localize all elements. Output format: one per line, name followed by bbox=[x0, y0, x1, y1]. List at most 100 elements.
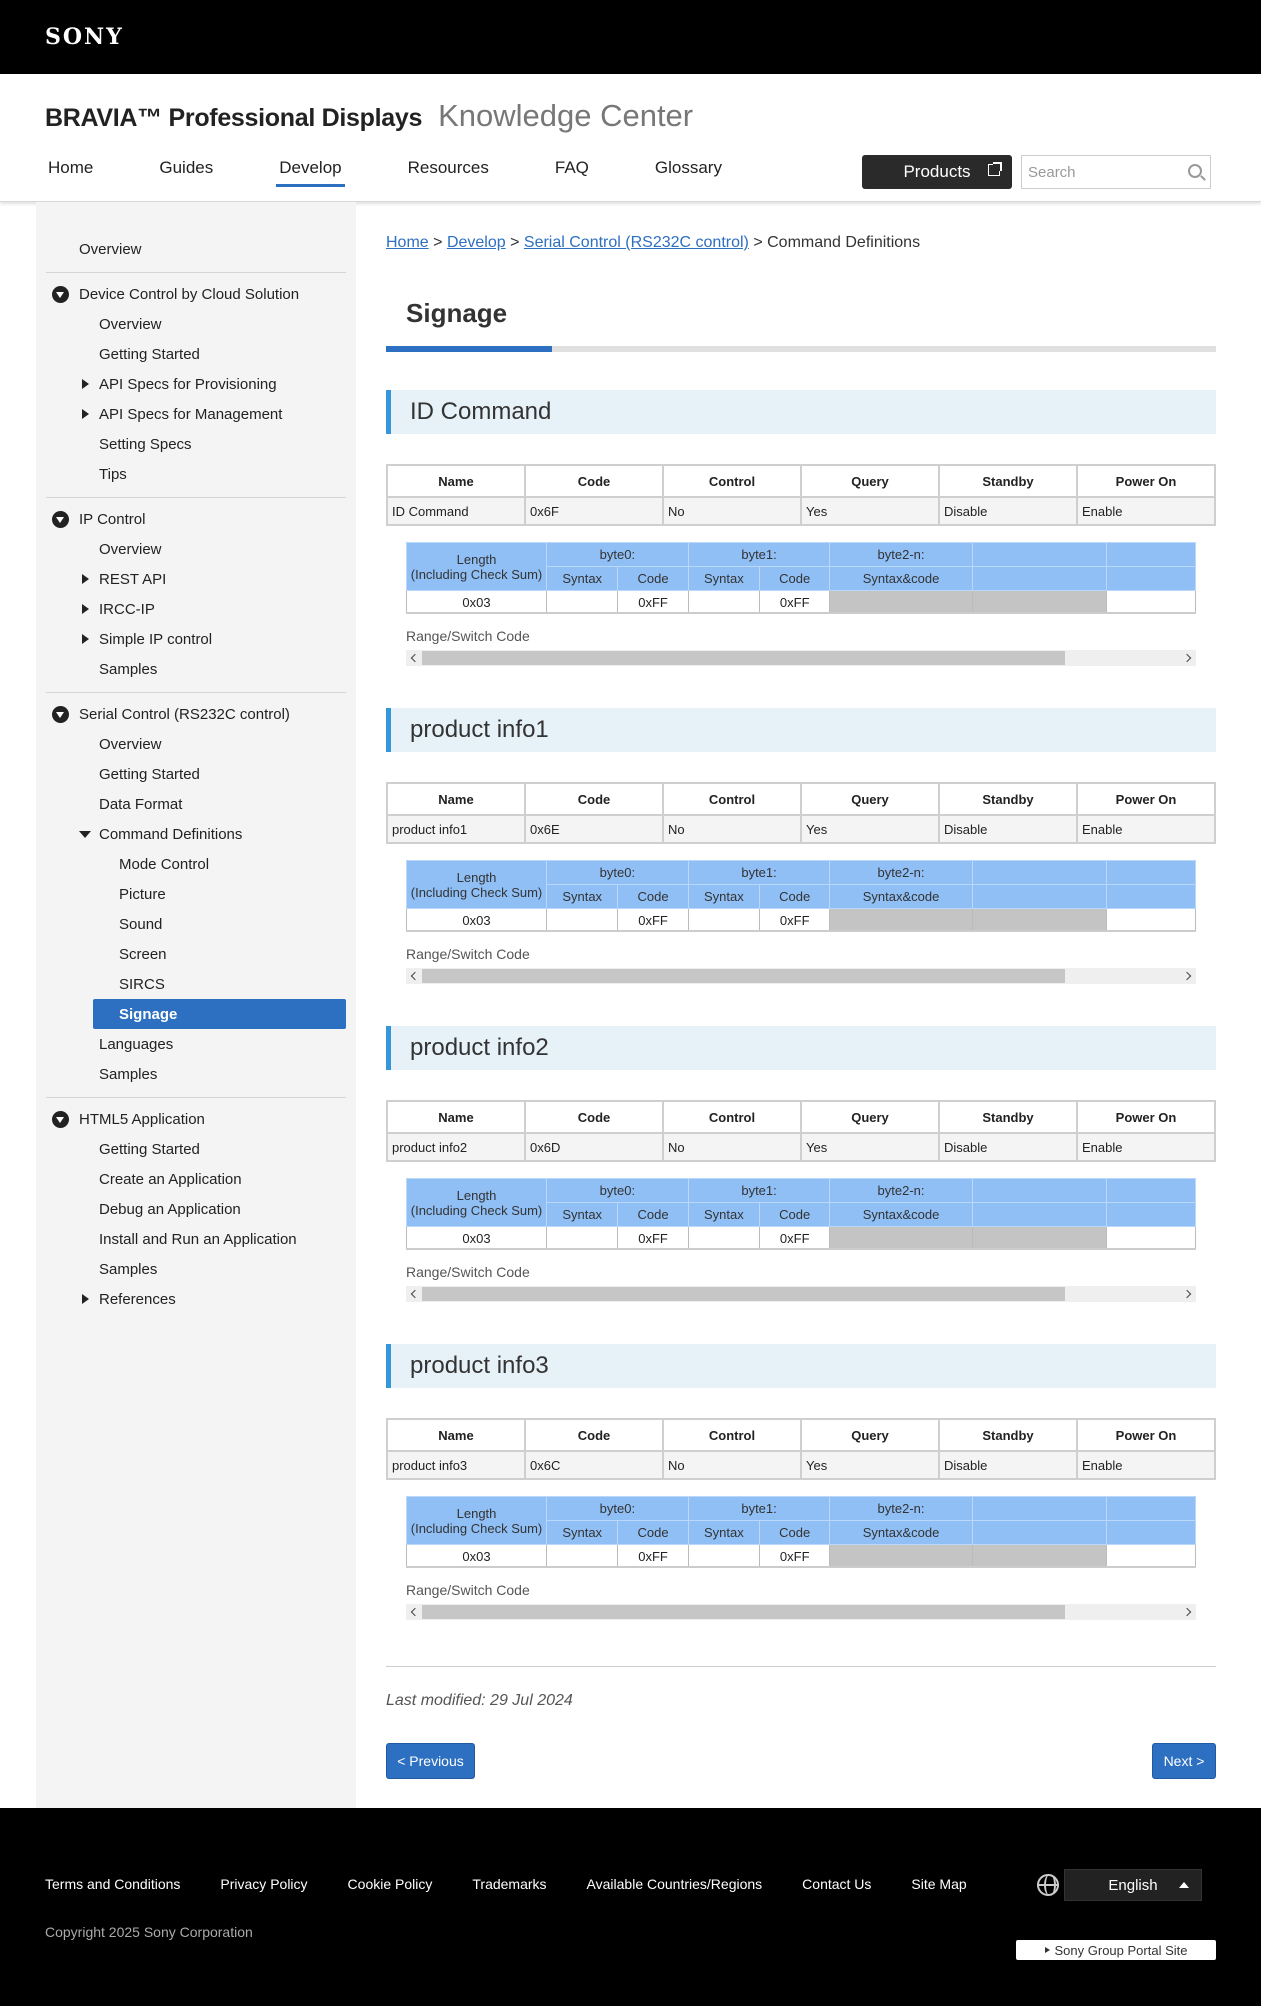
products-label: Products bbox=[903, 162, 971, 181]
footer-link-terms[interactable]: Terms and Conditions bbox=[45, 1876, 180, 1892]
column-header: Code bbox=[524, 782, 664, 816]
expand-arrow-icon[interactable] bbox=[82, 1294, 89, 1304]
sidebar-item[interactable]: Languages bbox=[46, 1029, 346, 1059]
expand-arrow-icon[interactable] bbox=[82, 379, 89, 389]
footer-link-sitemap[interactable]: Site Map bbox=[911, 1876, 966, 1892]
sidebar-item[interactable]: IRCC-IP bbox=[46, 594, 346, 624]
byte-table-scroll[interactable]: Length (Including Check Sum) byte0: byte… bbox=[406, 860, 1196, 932]
sidebar-item[interactable]: Setting Specs bbox=[46, 429, 346, 459]
previous-button[interactable]: < Previous bbox=[386, 1743, 475, 1779]
byte0-code-value: 0xFF bbox=[617, 908, 689, 930]
sidebar-item[interactable]: REST API bbox=[46, 564, 346, 594]
sidebar-item[interactable]: Overview bbox=[46, 729, 346, 759]
sidebar-item[interactable]: Samples bbox=[46, 1059, 346, 1089]
byte-table-scroll[interactable]: Length (Including Check Sum) byte0: byte… bbox=[406, 542, 1196, 614]
footer-link-contact[interactable]: Contact Us bbox=[802, 1876, 871, 1892]
horizontal-scrollbar[interactable] bbox=[406, 650, 1196, 666]
sidebar-subitem[interactable]: Mode Control bbox=[46, 849, 346, 879]
sidebar-item-command-definitions[interactable]: Command Definitions bbox=[46, 819, 346, 849]
command-table: Name Code Control Query Standby Power On… bbox=[386, 1418, 1216, 1480]
next-button[interactable]: Next > bbox=[1152, 1743, 1216, 1779]
chevron-left-icon[interactable] bbox=[409, 653, 419, 663]
scrollbar-thumb[interactable] bbox=[422, 969, 1065, 983]
collapse-circle-icon[interactable] bbox=[52, 511, 69, 528]
sidebar-item[interactable]: Simple IP control bbox=[46, 624, 346, 654]
site-header: BRAVIA™ Professional Displays Knowledge … bbox=[0, 74, 1261, 202]
breadcrumb-home[interactable]: Home bbox=[386, 234, 429, 251]
collapse-arrow-icon[interactable] bbox=[79, 831, 91, 838]
nav-develop[interactable]: Develop bbox=[276, 158, 345, 187]
nav-resources[interactable]: Resources bbox=[405, 158, 492, 187]
sidebar-subitem[interactable]: SIRCS bbox=[46, 969, 346, 999]
scrollbar-thumb[interactable] bbox=[422, 1605, 1065, 1619]
footer-link-countries[interactable]: Available Countries/Regions bbox=[587, 1876, 763, 1892]
expand-arrow-icon[interactable] bbox=[82, 574, 89, 584]
nav-faq[interactable]: FAQ bbox=[552, 158, 592, 187]
chevron-right-icon[interactable] bbox=[1183, 653, 1193, 663]
expand-arrow-icon[interactable] bbox=[82, 409, 89, 419]
sidebar-item[interactable]: Tips bbox=[46, 459, 346, 489]
breadcrumb-develop[interactable]: Develop bbox=[447, 234, 506, 251]
horizontal-scrollbar[interactable] bbox=[406, 1286, 1196, 1302]
byte1-code-value: 0xFF bbox=[759, 1544, 831, 1566]
sidebar-item[interactable]: Overview bbox=[46, 309, 346, 339]
sidebar-item[interactable]: API Specs for Management bbox=[46, 399, 346, 429]
sidebar-item[interactable]: Getting Started bbox=[46, 759, 346, 789]
footer-link-privacy[interactable]: Privacy Policy bbox=[220, 1876, 307, 1892]
chevron-right-icon[interactable] bbox=[1183, 1289, 1193, 1299]
horizontal-scrollbar[interactable] bbox=[406, 1604, 1196, 1620]
products-button[interactable]: Products bbox=[862, 155, 1012, 189]
sidebar-subitem[interactable]: Screen bbox=[46, 939, 346, 969]
nav-guides[interactable]: Guides bbox=[156, 158, 216, 187]
sidebar-section-ip[interactable]: IP Control bbox=[46, 504, 346, 534]
sidebar-subitem[interactable]: Sound bbox=[46, 909, 346, 939]
footer-link-trademarks[interactable]: Trademarks bbox=[472, 1876, 546, 1892]
sidebar-section-cloud[interactable]: Device Control by Cloud Solution bbox=[46, 279, 346, 309]
breadcrumb-serial[interactable]: Serial Control (RS232C control) bbox=[524, 234, 749, 251]
search-icon[interactable] bbox=[1188, 164, 1202, 178]
nav-home[interactable]: Home bbox=[45, 158, 96, 187]
sidebar-item[interactable]: Samples bbox=[46, 654, 346, 684]
footer-link-cookie[interactable]: Cookie Policy bbox=[348, 1876, 433, 1892]
sidebar-item[interactable]: Debug an Application bbox=[46, 1194, 346, 1224]
collapse-circle-icon[interactable] bbox=[52, 1111, 69, 1128]
table-header-row: Name Code Control Query Standby Power On bbox=[386, 464, 1216, 498]
scrollbar-thumb[interactable] bbox=[422, 1287, 1065, 1301]
sidebar-item[interactable]: Getting Started bbox=[46, 1134, 346, 1164]
collapse-circle-icon[interactable] bbox=[52, 706, 69, 723]
chevron-right-icon[interactable] bbox=[1183, 971, 1193, 981]
sidebar-subitem-active[interactable]: Signage bbox=[93, 999, 346, 1029]
byte-table-scroll[interactable]: Length (Including Check Sum) byte0: byte… bbox=[406, 1496, 1196, 1568]
site-brand[interactable]: BRAVIA™ Professional Displays Knowledge … bbox=[45, 98, 693, 134]
sidebar-item[interactable]: Data Format bbox=[46, 789, 346, 819]
sidebar-subitem[interactable]: Picture bbox=[46, 879, 346, 909]
sidebar-item[interactable]: API Specs for Provisioning bbox=[46, 369, 346, 399]
empty-value bbox=[1105, 1544, 1196, 1566]
sidebar-item[interactable]: Samples bbox=[46, 1254, 346, 1284]
byte0-header: byte0: bbox=[546, 1178, 689, 1203]
sidebar-item[interactable]: Install and Run an Application bbox=[46, 1224, 346, 1254]
chevron-left-icon[interactable] bbox=[409, 971, 419, 981]
scrollbar-thumb[interactable] bbox=[422, 651, 1065, 665]
sony-group-portal-button[interactable]: Sony Group Portal Site bbox=[1016, 1940, 1216, 1960]
sidebar-section-serial[interactable]: Serial Control (RS232C control) bbox=[46, 699, 346, 729]
language-select[interactable]: English bbox=[1064, 1869, 1202, 1901]
nav-glossary[interactable]: Glossary bbox=[652, 158, 725, 187]
sidebar-item[interactable]: Create an Application bbox=[46, 1164, 346, 1194]
sidebar-item[interactable]: Getting Started bbox=[46, 339, 346, 369]
expand-arrow-icon[interactable] bbox=[82, 634, 89, 644]
sidebar-item[interactable]: Overview bbox=[46, 534, 346, 564]
expand-arrow-icon[interactable] bbox=[82, 604, 89, 614]
chevron-right-icon[interactable] bbox=[1183, 1607, 1193, 1617]
chevron-left-icon[interactable] bbox=[409, 1289, 419, 1299]
sony-logo[interactable]: SONY bbox=[45, 24, 124, 50]
chevron-left-icon[interactable] bbox=[409, 1607, 419, 1617]
sidebar-section-html5[interactable]: HTML5 Application bbox=[46, 1104, 346, 1134]
search-input[interactable] bbox=[1028, 163, 1178, 181]
sidebar-item[interactable]: References bbox=[46, 1284, 346, 1314]
byte-table-scroll[interactable]: Length (Including Check Sum) byte0: byte… bbox=[406, 1178, 1196, 1250]
horizontal-scrollbar[interactable] bbox=[406, 968, 1196, 984]
collapse-circle-icon[interactable] bbox=[52, 286, 69, 303]
sidebar-item-overview[interactable]: Overview bbox=[46, 234, 346, 264]
footer-links: Terms and Conditions Privacy Policy Cook… bbox=[45, 1876, 1007, 1892]
